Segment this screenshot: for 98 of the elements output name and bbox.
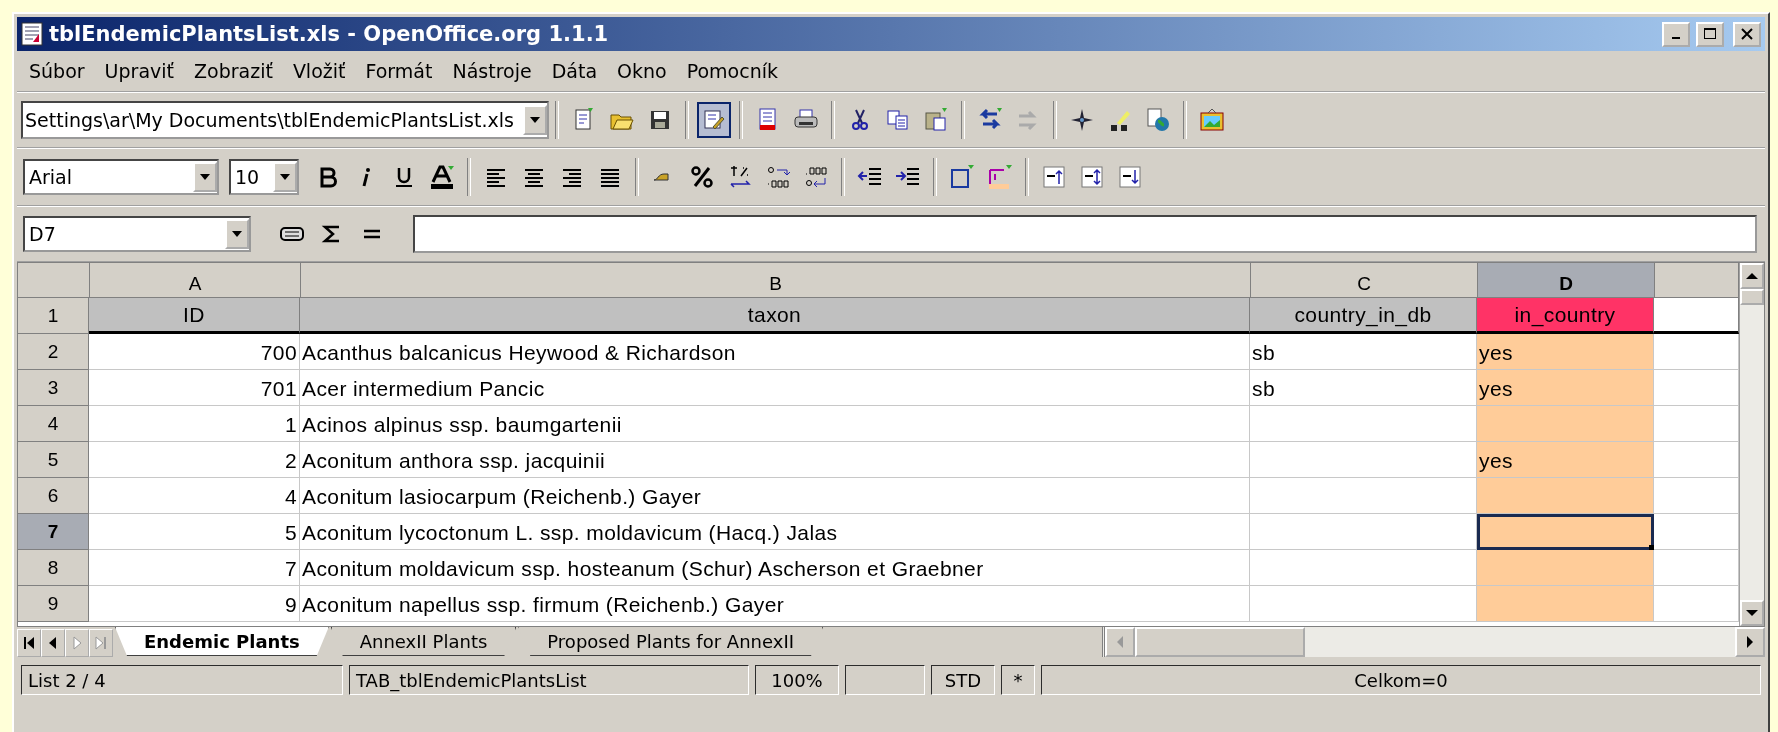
menu-item[interactable]: Formát [357, 60, 441, 82]
vertical-scrollbar[interactable] [1739, 263, 1764, 626]
dropdown-button[interactable] [523, 105, 547, 135]
font-name-field[interactable]: Arial [23, 159, 219, 195]
first-sheet-button[interactable] [17, 629, 41, 657]
sheet-indicator: List 2 / 4 [21, 665, 343, 695]
row-header[interactable]: 9 [18, 586, 89, 622]
table-cell: sb [1250, 334, 1477, 370]
table-cell: 5 [89, 514, 300, 550]
modified-indicator: * [1001, 665, 1035, 695]
scroll-up-button[interactable] [1740, 263, 1764, 289]
row-header[interactable]: 8 [18, 550, 89, 586]
horizontal-scrollbar[interactable] [1102, 627, 1765, 657]
column-header[interactable]: A [90, 263, 301, 298]
font-size-field[interactable]: 10 [229, 159, 299, 195]
scroll-down-button[interactable] [1740, 600, 1764, 626]
maximize-icon [1703, 27, 1717, 41]
caret-down-icon [530, 117, 540, 123]
minimize-icon [1672, 37, 1680, 39]
previous-sheet-button[interactable] [41, 629, 65, 657]
formula-input-field[interactable] [413, 215, 1757, 253]
window-title: tblEndemicPlantsList.xls - OpenOffice.org 1.1.1 [49, 22, 609, 46]
table-cell: 701 [89, 370, 300, 406]
menu-item[interactable]: Vložiť [284, 60, 354, 82]
table-cell: Aconitum moldavicum ssp. hosteanum (Schur) Ascherson et Graebner [300, 550, 1250, 586]
row-header[interactable]: 6 [18, 478, 89, 514]
scroll-thumb[interactable] [1740, 289, 1764, 305]
spreadsheet-icon [21, 22, 43, 46]
sheet-tab[interactable]: Proposed Plants for AnnexII [518, 627, 823, 656]
dropdown-button[interactable] [193, 162, 217, 192]
page-style: TAB_tblEndemicPlantsList [349, 665, 749, 695]
table-cell: yes [1477, 334, 1654, 370]
select-all-corner[interactable] [18, 263, 90, 298]
table-cell: Acanthus balcanicus Heywood & Richardson [300, 334, 1250, 370]
last-icon [95, 636, 107, 650]
caret-up-icon [1746, 272, 1758, 280]
table-cell: 9 [89, 586, 300, 622]
menu-item[interactable]: Dáta [543, 60, 606, 82]
table-cell: Aconitum napellus ssp. firmum (Reichenb.) Gayer [300, 586, 1250, 622]
row-header[interactable]: 1 [18, 298, 89, 334]
maximize-button[interactable] [1696, 21, 1724, 47]
header-cell: country_in_db [1250, 298, 1477, 334]
menu-item[interactable]: Okno [609, 60, 675, 82]
row-header[interactable]: 7 [18, 514, 89, 550]
header-cell: ID [89, 298, 300, 334]
table-cell: 4 [89, 478, 300, 514]
minimize-button[interactable] [1662, 21, 1690, 47]
caret-down-icon [200, 174, 210, 180]
table-cell: Acer intermedium Pancic [300, 370, 1250, 406]
zoom-level: 100% [755, 665, 839, 695]
caret-down-icon [232, 231, 242, 237]
name-box[interactable]: D7 [23, 216, 251, 252]
row-header[interactable]: 2 [18, 334, 89, 370]
row-header[interactable]: 3 [18, 370, 89, 406]
column-header[interactable]: B [301, 263, 1251, 298]
table-cell: Aconitum lycoctonum L. ssp. moldavicum (Hacq.) Jalas [300, 514, 1250, 550]
column-header[interactable]: C [1251, 263, 1478, 298]
menu-item[interactable]: Zobraziť [186, 60, 281, 82]
table-cell: 2 [89, 442, 300, 478]
edit-file-icon[interactable] [697, 102, 731, 138]
close-button[interactable] [1733, 21, 1761, 47]
dropdown-button[interactable] [273, 162, 297, 192]
row-header[interactable]: 4 [18, 406, 89, 442]
url-field[interactable]: Settings\ar\My Documents\tblEndemicPlantsList.xls [21, 101, 549, 139]
first-icon [23, 636, 35, 650]
table-cell: 7 [89, 550, 300, 586]
menu-item[interactable]: Súbor [21, 60, 93, 82]
close-icon [1740, 27, 1754, 41]
header-cell: taxon [300, 298, 1250, 334]
caret-left-icon [47, 636, 59, 650]
caret-right-icon [1746, 636, 1754, 648]
sheet-tab[interactable]: AnnexII Plants [330, 627, 517, 656]
menu-item[interactable]: Upraviť [96, 60, 182, 82]
scroll-right-button[interactable] [1735, 627, 1765, 657]
dropdown-button[interactable] [225, 219, 249, 249]
table-cell: sb [1250, 370, 1477, 406]
table-cell: yes [1477, 442, 1654, 478]
selection-mode: STD [931, 665, 995, 695]
sheet-tab[interactable]: Endemic Plants [115, 627, 329, 656]
caret-left-icon [1116, 636, 1124, 648]
menu-item[interactable]: Nástroje [444, 60, 540, 82]
table-cell: yes [1477, 370, 1654, 406]
column-header[interactable]: D [1478, 263, 1655, 298]
table-cell: Acinos alpinus ssp. baumgartenii [300, 406, 1250, 442]
table-cell: Aconitum anthora ssp. jacquinii [300, 442, 1250, 478]
row-header[interactable]: 5 [18, 442, 89, 478]
sum-display: Celkom=0 [1041, 665, 1761, 695]
scroll-thumb[interactable] [1135, 627, 1305, 657]
caret-right-icon [71, 636, 83, 650]
table-cell: 1 [89, 406, 300, 442]
last-sheet-button[interactable] [89, 629, 113, 657]
caret-down-icon [280, 174, 290, 180]
menu-item[interactable]: Pomocník [678, 60, 786, 82]
table-cell: 700 [89, 334, 300, 370]
scroll-left-button[interactable] [1105, 627, 1135, 657]
caret-down-icon [1746, 609, 1758, 617]
table-cell: Aconitum lasiocarpum (Reichenb.) Gayer [300, 478, 1250, 514]
header-cell: in_country [1477, 298, 1654, 334]
